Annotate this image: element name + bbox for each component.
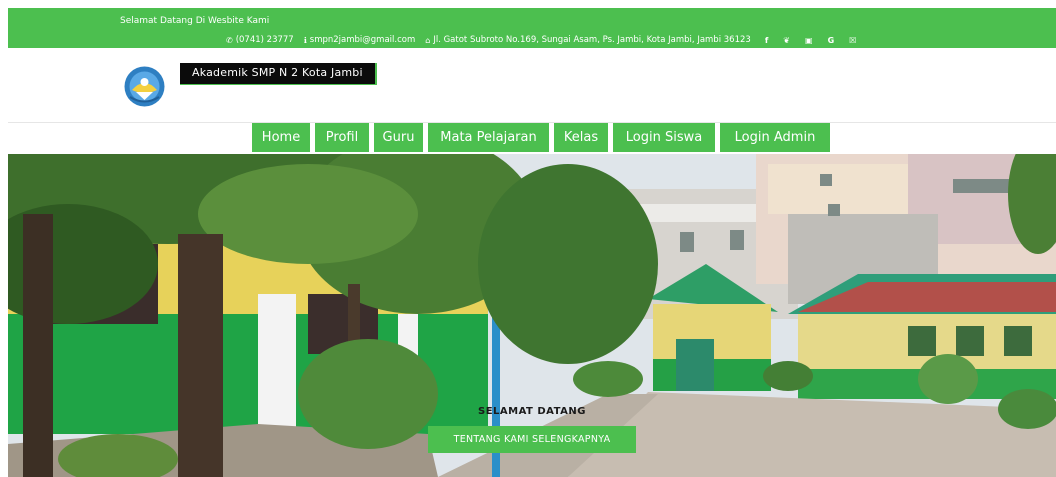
home-icon: ⌂: [425, 35, 431, 45]
main-nav: Home Profil Guru Mata Pelajaran Kelas Lo…: [252, 123, 835, 152]
twitter-icon[interactable]: ❦: [783, 36, 790, 45]
hero-heading: SELAMAT DATANG: [478, 406, 586, 417]
hero-banner: SELAMAT DATANG TENTANG KAMI SELENGKAPNYA: [8, 154, 1056, 477]
instagram-icon[interactable]: ▣: [805, 36, 813, 45]
google-icon[interactable]: G: [828, 36, 835, 45]
nav-home[interactable]: Home: [252, 123, 310, 152]
youtube-icon[interactable]: ☒: [849, 36, 856, 45]
phone-number: (0741) 23777: [235, 35, 294, 45]
about-us-button[interactable]: TENTANG KAMI SELENGKAPNYA: [428, 426, 636, 453]
nav-mata-pelajaran[interactable]: Mata Pelajaran: [428, 123, 549, 152]
school-logo[interactable]: [122, 66, 167, 107]
nav-login-siswa[interactable]: Login Siswa: [613, 123, 715, 152]
facebook-icon[interactable]: f: [765, 36, 768, 45]
address-text: Jl. Gatot Subroto No.169, Sungai Asam, P…: [433, 35, 751, 45]
contact-info: ✆ (0741) 23777 ℹ smpn2jambi@gmail.com ⌂ …: [226, 35, 871, 45]
info-icon: ℹ: [303, 35, 307, 45]
email-item: ℹ smpn2jambi@gmail.com: [304, 35, 416, 45]
nav-login-admin[interactable]: Login Admin: [720, 123, 830, 152]
nav-kelas[interactable]: Kelas: [554, 123, 608, 152]
address-item: ⌂ Jl. Gatot Subroto No.169, Sungai Asam,…: [425, 35, 751, 45]
site-title[interactable]: Akademik SMP N 2 Kota Jambi: [180, 63, 377, 85]
welcome-text: Selamat Datang Di Wesbite Kami: [120, 16, 270, 26]
phone-item: ✆ (0741) 23777: [226, 35, 294, 45]
phone-icon: ✆: [226, 35, 233, 45]
social-links: f ❦ ▣ G ☒: [765, 36, 872, 45]
nav-guru[interactable]: Guru: [374, 123, 423, 152]
top-bar: Selamat Datang Di Wesbite Kami ✆ (0741) …: [8, 8, 1056, 48]
nav-profil[interactable]: Profil: [315, 123, 369, 152]
email-address: smpn2jambi@gmail.com: [309, 35, 416, 45]
